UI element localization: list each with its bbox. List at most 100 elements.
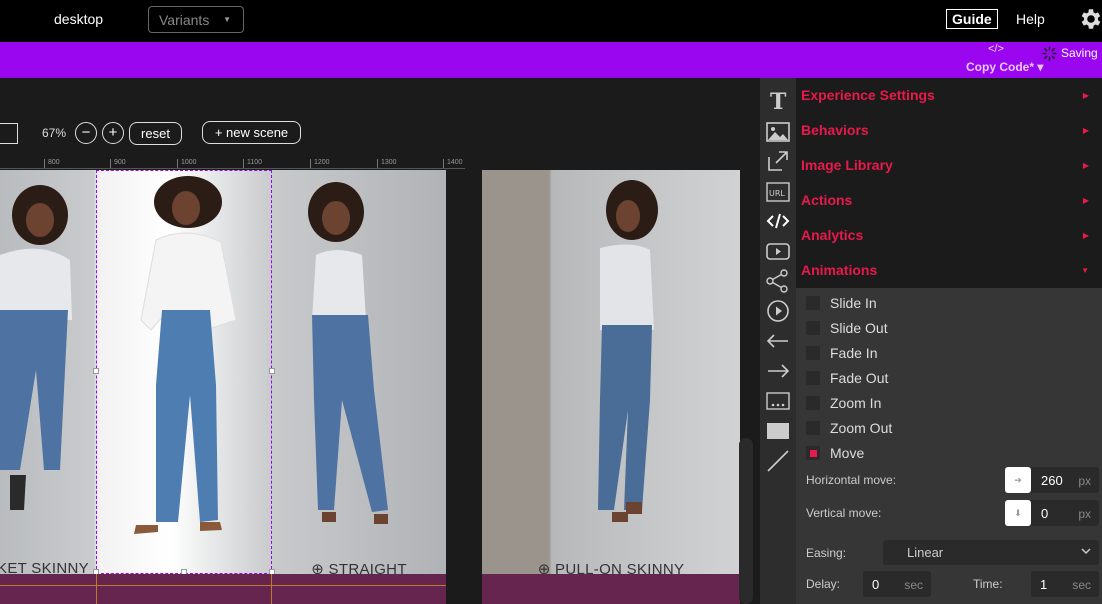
rectangle-icon[interactable] bbox=[766, 419, 790, 443]
model-photo-one bbox=[0, 185, 72, 510]
ruler-tick: 1000 bbox=[177, 159, 197, 168]
unit-label: px bbox=[1078, 474, 1091, 488]
option-label: Slide In bbox=[830, 295, 877, 311]
ruler-tick: 1400 bbox=[443, 159, 463, 168]
input-value: 0 bbox=[872, 577, 880, 592]
settings-panel: Experience Settings ▶ Behaviors ▶ Image … bbox=[796, 78, 1102, 604]
arrow-left-icon[interactable] bbox=[766, 329, 790, 353]
play-icon[interactable] bbox=[766, 299, 790, 323]
horizontal-ruler: 800 900 1000 1100 1200 1300 1400 bbox=[0, 159, 465, 169]
text-icon[interactable]: T bbox=[766, 88, 790, 112]
resize-handle[interactable] bbox=[93, 368, 99, 374]
checkbox[interactable] bbox=[806, 346, 820, 360]
scene-one-footer bbox=[0, 574, 446, 604]
vertical-move-input[interactable]: ⬇ 0 px bbox=[1005, 500, 1099, 526]
zoom-out-button[interactable]: − bbox=[75, 122, 97, 144]
horizontal-move-input[interactable]: ➔ 260 px bbox=[1005, 467, 1099, 493]
unit-label: px bbox=[1078, 507, 1091, 521]
code-icon[interactable]: </> bbox=[988, 43, 1004, 55]
resize-handle[interactable] bbox=[269, 368, 275, 374]
code-icon[interactable] bbox=[766, 209, 790, 233]
checkbox[interactable] bbox=[806, 371, 820, 385]
option-label: Move bbox=[830, 445, 865, 461]
section-animations[interactable]: Animations bbox=[801, 262, 877, 278]
image-icon[interactable] bbox=[766, 120, 790, 144]
editor-canvas: 67% − + reset + new scene 800 900 1000 1… bbox=[0, 78, 760, 604]
checkbox[interactable] bbox=[806, 296, 820, 310]
share-icon[interactable] bbox=[766, 269, 790, 293]
horizontal-move-label: Horizontal move: bbox=[806, 473, 897, 487]
new-scene-button[interactable]: + new scene bbox=[202, 121, 301, 144]
ruler-tick: 1100 bbox=[243, 159, 262, 168]
input-value: 0 bbox=[1041, 506, 1049, 521]
section-image-library[interactable]: Image Library bbox=[801, 157, 893, 173]
tool-strip: T URL bbox=[760, 78, 796, 604]
option-label: Zoom In bbox=[830, 395, 882, 411]
select-value: Linear bbox=[907, 545, 944, 560]
guide-line bbox=[96, 574, 97, 604]
caret-right-icon: ▶ bbox=[1082, 126, 1089, 135]
spinner-icon bbox=[1042, 46, 1057, 61]
help-link[interactable]: Help bbox=[1016, 11, 1045, 27]
section-analytics[interactable]: Analytics bbox=[801, 227, 863, 243]
option-label: Zoom Out bbox=[830, 420, 893, 436]
code-bar: </> Copy Code* ▾ Saving bbox=[0, 42, 1102, 78]
time-input[interactable]: 1 sec bbox=[1031, 571, 1099, 597]
line-icon[interactable] bbox=[766, 449, 790, 473]
input-value: 260 bbox=[1041, 473, 1063, 488]
guide-line bbox=[0, 585, 446, 586]
variants-dropdown[interactable]: Variants ▼ bbox=[148, 6, 244, 33]
video-icon[interactable] bbox=[766, 239, 790, 263]
ruler-tick: 800 bbox=[44, 159, 60, 168]
guide-line bbox=[271, 574, 272, 604]
gear-icon[interactable] bbox=[1078, 6, 1102, 32]
option-label: Fade Out bbox=[830, 370, 889, 386]
checkbox[interactable] bbox=[806, 421, 820, 435]
section-actions[interactable]: Actions bbox=[801, 192, 852, 208]
ellipsis-box-icon[interactable] bbox=[766, 389, 790, 413]
saving-status: Saving bbox=[1061, 46, 1098, 60]
input-value: 1 bbox=[1040, 577, 1048, 592]
reset-button[interactable]: reset bbox=[129, 122, 182, 145]
arrow-right-icon[interactable] bbox=[766, 359, 790, 383]
delay-input[interactable]: 0 sec bbox=[863, 571, 931, 597]
vertical-scrollbar[interactable] bbox=[739, 438, 753, 604]
model-photo-four bbox=[598, 180, 658, 522]
time-label: Time: bbox=[973, 577, 1003, 591]
model-photo-three bbox=[308, 182, 388, 524]
copy-code-button[interactable]: Copy Code* ▾ bbox=[966, 60, 1043, 74]
option-label: Slide Out bbox=[830, 320, 888, 336]
scene-input[interactable] bbox=[0, 123, 18, 144]
scene-two[interactable]: ⊕ PULL-ON SKINNY bbox=[482, 170, 740, 582]
ruler-tick: 1300 bbox=[377, 159, 397, 168]
ruler-tick: 900 bbox=[110, 159, 126, 168]
section-experience-settings[interactable]: Experience Settings bbox=[801, 87, 935, 103]
device-label[interactable]: desktop bbox=[54, 11, 103, 27]
arrow-right-icon: ➔ bbox=[1005, 467, 1031, 493]
caret-right-icon: ▶ bbox=[1082, 91, 1089, 100]
arrow-down-icon: ⬇ bbox=[1005, 500, 1031, 526]
checkbox[interactable] bbox=[806, 321, 820, 335]
easing-select[interactable]: Linear bbox=[883, 540, 1099, 565]
checkbox[interactable] bbox=[806, 396, 820, 410]
svg-text:T: T bbox=[770, 89, 787, 112]
caret-right-icon: ▶ bbox=[1082, 196, 1089, 205]
caret-right-icon: ▶ bbox=[1082, 231, 1089, 240]
checkbox-checked[interactable] bbox=[806, 446, 820, 460]
zoom-level: 67% bbox=[42, 126, 67, 140]
chevron-down-icon bbox=[1081, 548, 1091, 555]
option-label: Fade In bbox=[830, 345, 878, 361]
url-icon[interactable]: URL bbox=[766, 180, 790, 204]
selection-frame[interactable] bbox=[96, 170, 272, 574]
external-link-icon[interactable] bbox=[766, 149, 790, 173]
section-behaviors[interactable]: Behaviors bbox=[801, 122, 869, 138]
zoom-in-button[interactable]: + bbox=[102, 122, 124, 144]
caret-down-icon: ▼ bbox=[1081, 266, 1089, 275]
vertical-move-label: Vertical move: bbox=[806, 506, 882, 520]
scene-two-footer bbox=[482, 574, 740, 604]
caret-down-icon: ▼ bbox=[223, 15, 231, 24]
guide-button[interactable]: Guide bbox=[946, 9, 998, 29]
svg-text:URL: URL bbox=[769, 189, 785, 198]
unit-label: sec bbox=[1072, 578, 1091, 592]
top-bar: desktop Variants ▼ Guide Help bbox=[0, 0, 1102, 42]
